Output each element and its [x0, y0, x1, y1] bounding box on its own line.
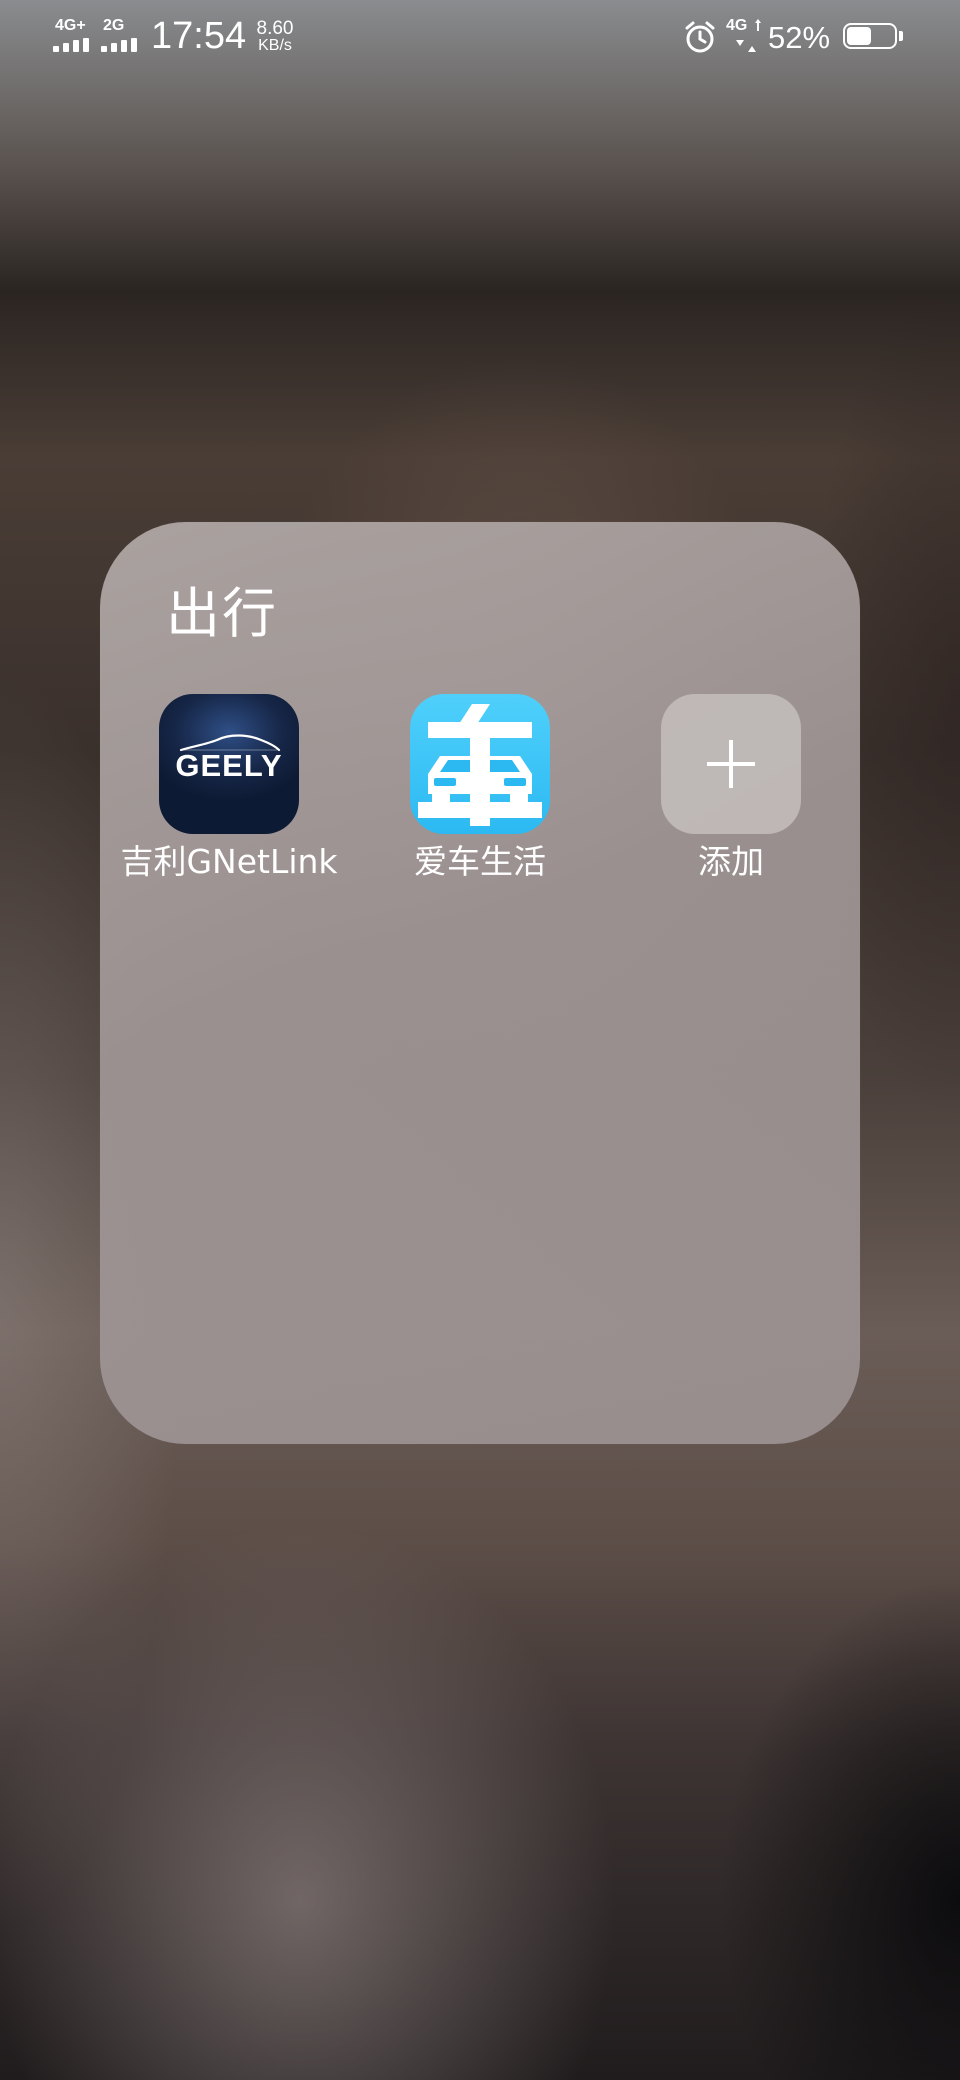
network-type-label: 2G — [103, 17, 125, 34]
app-geely-gnetlink[interactable]: GEELY 吉利GNetLink — [104, 694, 354, 882]
data-activity-arrows-icon — [736, 40, 756, 52]
folder-title[interactable]: 出行 — [166, 582, 278, 646]
upload-arrow-icon — [755, 19, 761, 31]
battery-percent: 52% — [768, 20, 831, 55]
network-speed-unit: KB/s — [258, 37, 292, 54]
app-label: 添加 — [698, 842, 764, 881]
geely-logo-text: GEELY — [175, 748, 283, 783]
app-car-life[interactable]: 爱车生活 — [355, 694, 605, 882]
signal-4g-plus-icon: 4G+ — [53, 18, 97, 52]
app-label: 吉利GNetLink — [120, 842, 338, 881]
signal-2g-icon: 2G — [101, 18, 145, 52]
app-label: 爱车生活 — [414, 842, 546, 881]
battery-icon — [843, 23, 903, 51]
mobile-data-label: 4G — [726, 17, 748, 34]
add-app-button[interactable]: 添加 — [606, 694, 856, 882]
app-folder: 出行 GEELY 吉利GNetLink 爱车生活 添加 — [100, 522, 860, 1444]
plus-icon — [707, 740, 755, 788]
alarm-icon — [685, 21, 715, 53]
car-life-icon[interactable] — [410, 694, 550, 834]
network-speed-value: 8.60 — [256, 18, 294, 39]
car-glyph-icon — [418, 704, 542, 826]
status-time: 17:54 — [151, 15, 247, 57]
network-speed: 8.60 KB/s — [250, 19, 300, 54]
mobile-data-icon: 4G — [726, 18, 762, 56]
geely-icon[interactable]: GEELY — [159, 694, 299, 834]
add-icon-tile[interactable] — [661, 694, 801, 834]
network-type-label: 4G+ — [55, 17, 86, 34]
status-bar: 4G+ 2G 17:54 8.60 KB/s 4G 52% — [0, 0, 960, 76]
